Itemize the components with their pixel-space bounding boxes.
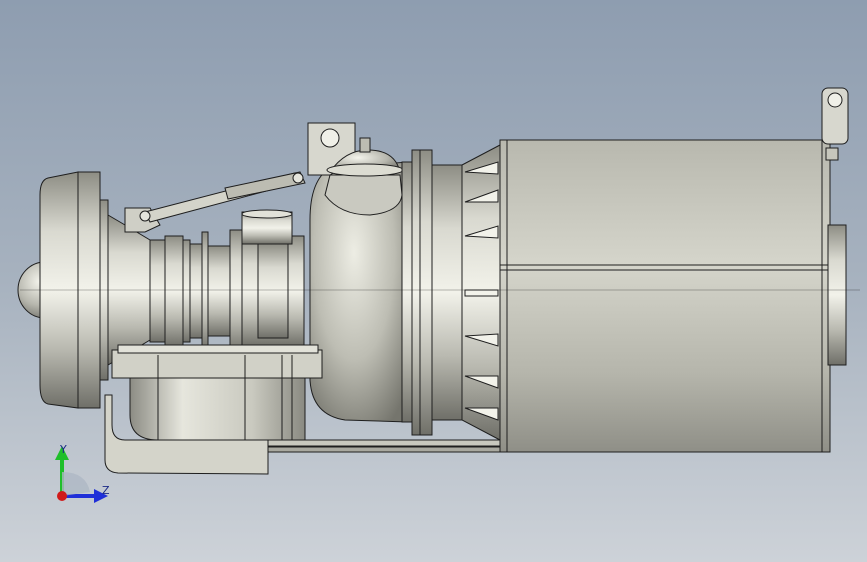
coordinate-triad: Y Z: [40, 430, 130, 520]
cad-viewport[interactable]: Y Z: [0, 0, 867, 562]
x-axis-icon: [57, 491, 67, 501]
z-axis-label: Z: [102, 484, 110, 497]
pump-motor-assembly-icon[interactable]: [0, 0, 867, 562]
y-axis-label: Y: [60, 443, 67, 456]
axis-triad-icon: [55, 446, 108, 503]
